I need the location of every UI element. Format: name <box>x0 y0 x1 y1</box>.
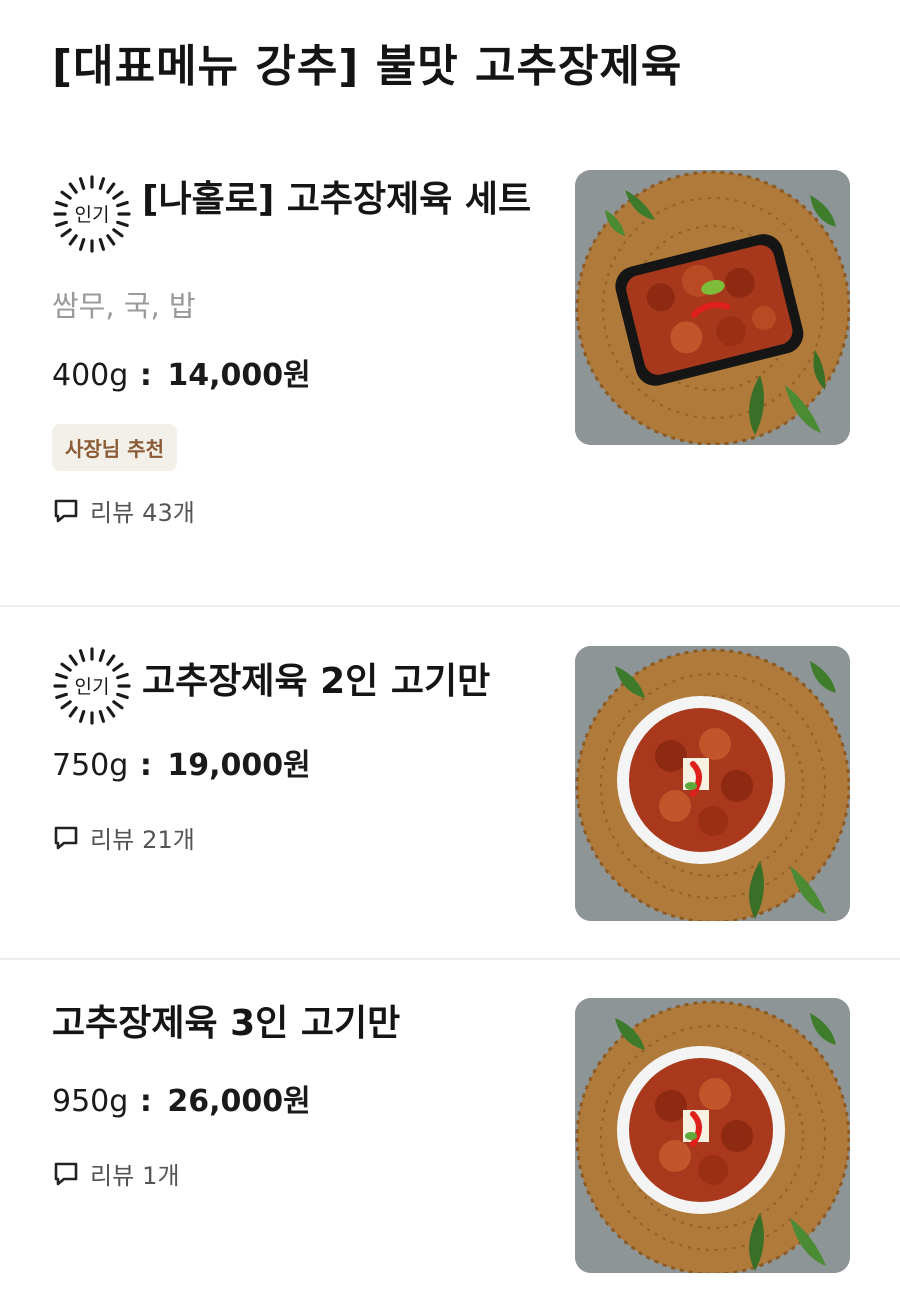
sunburst-ray <box>60 700 72 710</box>
sunburst-ray <box>116 220 129 228</box>
food-photo-white-bowl <box>575 998 850 1273</box>
review-link[interactable]: 리뷰 21개 <box>52 820 542 855</box>
food-photo-black-container <box>575 170 850 445</box>
price-separator: : <box>139 358 152 393</box>
review-link[interactable]: 리뷰 1개 <box>52 1156 542 1191</box>
review-link[interactable]: 리뷰 43개 <box>52 493 542 528</box>
review-count: 43개 <box>142 499 195 527</box>
review-label: 리뷰 <box>90 1162 135 1190</box>
popular-badge: 인기 <box>52 174 132 254</box>
sunburst-ray <box>55 672 68 680</box>
price-row: 400g : 14,000원 <box>52 356 542 396</box>
sunburst-ray <box>98 710 106 723</box>
menu-item-price: 19,000원 <box>167 748 311 783</box>
sunburst-ray <box>116 200 129 208</box>
menu-item-name: 고추장제육 2인 고기만 <box>142 661 491 702</box>
menu-item-image[interactable] <box>575 170 850 445</box>
review-label: 리뷰 <box>90 826 135 854</box>
sunburst-ray <box>78 177 86 190</box>
price-row: 750g : 19,000원 <box>52 746 542 786</box>
sunburst-icon: 인기 <box>53 175 131 253</box>
sunburst-ray <box>78 649 86 662</box>
sunburst-ray <box>60 228 72 238</box>
review-count: 1개 <box>142 1162 180 1190</box>
name-row: 인기 고추장제육 2인 고기만 <box>52 644 542 726</box>
price-separator: : <box>139 748 152 783</box>
sunburst-ray <box>98 238 106 251</box>
sunburst-ray <box>60 662 72 672</box>
popular-badge: 인기 <box>52 646 132 726</box>
menu-item-name: [나홀로] 고추장제육 세트 <box>142 179 532 220</box>
owner-recommend-badge: 사장님 추천 <box>52 424 177 471</box>
sunburst-ray <box>112 190 124 200</box>
menu-item-name: 고추장제육 3인 고기만 <box>52 1003 401 1044</box>
review-count: 21개 <box>142 826 195 854</box>
sunburst-ray <box>106 182 116 194</box>
menu-item-price: 26,000원 <box>167 1084 311 1119</box>
sunburst-ray <box>78 238 86 251</box>
sunburst-ray <box>55 220 68 228</box>
menu-item-image[interactable] <box>575 646 850 921</box>
sunburst-ray <box>60 190 72 200</box>
menu-item-solo-set[interactable]: 인기 [나홀로] 고추장제육 세트 쌈무, 국, 밥 400g : 14,000… <box>0 140 900 606</box>
menu-item-info: 인기 [나홀로] 고추장제육 세트 쌈무, 국, 밥 400g : 14,000… <box>52 172 542 528</box>
name-row: 인기 [나홀로] 고추장제육 세트 <box>52 172 542 254</box>
menu-item-info: 고추장제육 3인 고기만 950g : 26,000원 리뷰 1개 <box>52 996 542 1191</box>
menu-item-info: 인기 고추장제육 2인 고기만 750g : 19,000원 리뷰 21개 <box>52 644 542 855</box>
popular-badge-label: 인기 <box>75 204 110 226</box>
comment-icon <box>54 1162 78 1185</box>
price-row: 950g : 26,000원 <box>52 1082 542 1122</box>
sunburst-ray <box>68 706 78 718</box>
menu-item-price: 14,000원 <box>167 358 311 393</box>
sunburst-ray <box>112 228 124 238</box>
sunburst-icon: 인기 <box>53 647 131 725</box>
price-separator: : <box>139 1084 152 1119</box>
sunburst-ray <box>98 177 106 190</box>
sunburst-ray <box>55 692 68 700</box>
sunburst-ray <box>116 692 129 700</box>
divider <box>0 605 900 607</box>
food-photo-white-bowl <box>575 646 850 921</box>
sunburst-ray <box>98 649 106 662</box>
menu-item-image[interactable] <box>575 998 850 1273</box>
menu-item-three-person[interactable]: 고추장제육 3인 고기만 950g : 26,000원 리뷰 1개 <box>0 960 900 1306</box>
section-title: [대표메뉴 강추] 불맛 고추장제육 <box>52 41 683 92</box>
menu-item-weight: 400g <box>52 358 129 393</box>
sunburst-ray <box>112 662 124 672</box>
comment-icon <box>54 499 78 522</box>
sunburst-ray <box>106 654 116 666</box>
sunburst-ray <box>112 700 124 710</box>
sunburst-ray <box>116 672 129 680</box>
sunburst-ray <box>106 234 116 246</box>
sunburst-ray <box>106 706 116 718</box>
menu-item-two-person[interactable]: 인기 고추장제육 2인 고기만 750g : 19,000원 리뷰 21개 <box>0 608 900 958</box>
sunburst-ray <box>78 710 86 723</box>
sunburst-ray <box>68 182 78 194</box>
comment-icon <box>54 826 78 849</box>
menu-item-description: 쌈무, 국, 밥 <box>52 289 196 323</box>
review-label: 리뷰 <box>90 499 135 527</box>
sunburst-ray <box>68 234 78 246</box>
popular-badge-label: 인기 <box>75 676 110 698</box>
sunburst-ray <box>68 654 78 666</box>
menu-item-weight: 750g <box>52 748 129 783</box>
sunburst-ray <box>55 200 68 208</box>
menu-item-weight: 950g <box>52 1084 129 1119</box>
